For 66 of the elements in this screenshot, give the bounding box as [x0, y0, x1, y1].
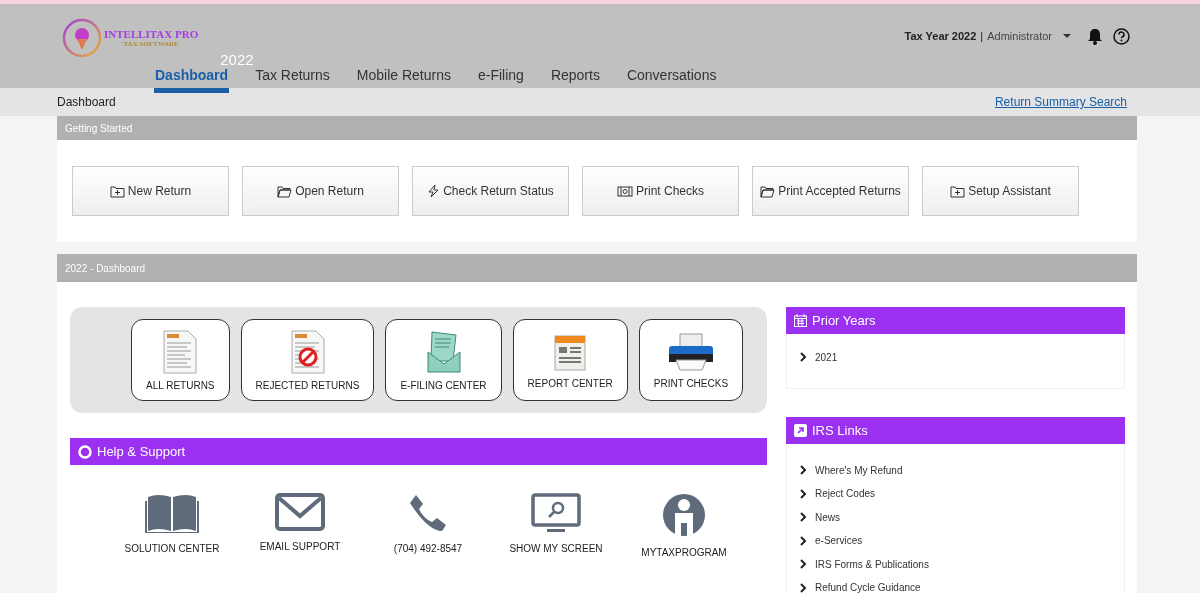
banknote-icon [617, 185, 633, 197]
chevron-icon [800, 488, 807, 499]
chevron-icon [800, 352, 807, 363]
chevron-icon [800, 582, 807, 593]
section-title: 2022 - Dashboard [65, 262, 146, 274]
breadcrumb: Dashboard [57, 95, 116, 109]
dashboard-tile[interactable]: REJECTED RETURNS [240, 319, 375, 401]
irs-link[interactable]: Refund Cycle Guidance [787, 577, 921, 593]
tax-year-label: Tax Year 2022 [904, 30, 977, 42]
dashboard-tile[interactable]: E-FILING CENTER [385, 319, 502, 401]
action-button[interactable]: Print Accepted Returns [752, 166, 909, 216]
calendar-icon [794, 314, 807, 327]
lightning-icon [427, 184, 441, 198]
panel-title: IRS Links [812, 423, 868, 438]
caret-icon [1063, 33, 1071, 39]
action-button[interactable]: Print Checks [582, 166, 739, 216]
nav-tab[interactable]: Conversations [625, 65, 718, 93]
phone-icon [408, 493, 448, 533]
return-summary-search-link[interactable]: Return Summary Search [994, 95, 1127, 109]
nav-tab[interactable]: e-Filing [477, 65, 525, 93]
folder-icon [277, 184, 293, 198]
support-link[interactable]: SOLUTION CENTER [108, 493, 236, 558]
monitor-search-icon [531, 493, 581, 533]
book-icon [145, 493, 199, 533]
mail-icon [275, 493, 325, 531]
action-button[interactable]: Check Return Status [412, 166, 569, 216]
irs-link[interactable]: Where's My Refund [787, 460, 903, 481]
help-icon[interactable] [1113, 27, 1130, 45]
section-title: Getting Started [65, 122, 133, 134]
dashboard-tile[interactable]: ALL RETURNS [131, 319, 230, 401]
folder-plus-icon [109, 184, 125, 198]
logo-name: INTELLITAX PRO [104, 28, 199, 40]
chevron-icon [800, 512, 807, 523]
chevron-icon [800, 559, 807, 570]
chevron-icon [800, 465, 807, 476]
irs-link[interactable]: Reject Codes [787, 483, 876, 504]
nav-tab[interactable]: Reports [549, 65, 601, 93]
prior-year-link[interactable]: 2021 [787, 347, 838, 368]
external-link-icon [794, 424, 807, 437]
separator: | [980, 30, 984, 42]
irs-link[interactable]: IRS Forms & Publications [787, 554, 929, 575]
support-link[interactable]: MYTAXPROGRAM [620, 493, 748, 558]
dashboard-tile[interactable]: PRINT CHECKS [638, 319, 744, 401]
notification-bell-icon[interactable] [1087, 27, 1103, 45]
support-link[interactable]: (704) 492-8547 [364, 493, 492, 558]
action-button[interactable]: Open Return [242, 166, 399, 216]
dashboard-tile[interactable]: REPORT CENTER [512, 319, 628, 401]
panel-title: Help & Support [97, 444, 186, 459]
support-link[interactable]: SHOW MY SCREEN [492, 493, 620, 558]
nav-tab[interactable]: Tax Returns [254, 65, 331, 93]
user-menu[interactable]: Administrator [987, 30, 1077, 42]
rejected-form-icon [289, 329, 326, 374]
support-link[interactable]: EMAIL SUPPORT [236, 493, 364, 558]
user-circle-icon [662, 493, 706, 537]
chevron-icon [800, 535, 807, 546]
irs-link[interactable]: News [787, 507, 840, 528]
folder-icon [760, 184, 776, 198]
nav-tab[interactable]: Mobile Returns [355, 65, 452, 93]
panel-title: Prior Years [812, 313, 876, 328]
action-button[interactable]: New Return [72, 166, 229, 216]
tax-form-icon [162, 329, 199, 374]
year-label: 2022 [220, 51, 254, 68]
irs-link[interactable]: e-Services [787, 530, 863, 551]
folder-plus-icon [950, 184, 966, 198]
action-button[interactable]: Setup Assistant [922, 166, 1079, 216]
envelope-icon [425, 329, 462, 374]
